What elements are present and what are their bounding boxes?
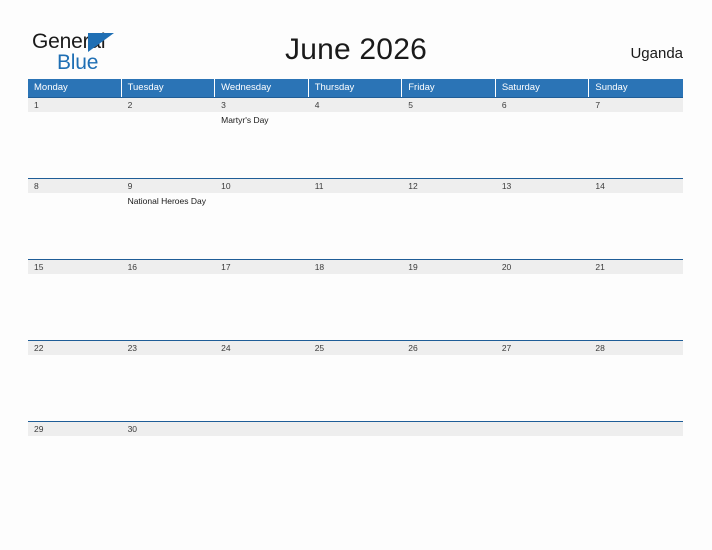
day-number[interactable]: 19: [402, 260, 496, 274]
week-row: 22 23 24 25 26 27 28: [28, 340, 683, 421]
day-number[interactable]: 21: [589, 260, 683, 274]
day-number[interactable]: 14: [589, 179, 683, 193]
day-event: [496, 355, 590, 421]
day-event: [589, 193, 683, 259]
day-event: [309, 193, 403, 259]
weekday-header-wednesday: Wednesday: [215, 79, 309, 97]
weekday-header-monday: Monday: [28, 79, 122, 97]
day-event: [28, 436, 122, 502]
day-number[interactable]: 18: [309, 260, 403, 274]
day-number[interactable]: 10: [215, 179, 309, 193]
day-event: [122, 112, 216, 178]
day-event: [496, 193, 590, 259]
day-number[interactable]: 16: [122, 260, 216, 274]
day-number[interactable]: 15: [28, 260, 122, 274]
week-date-band: 8 9 10 11 12 13 14: [28, 178, 683, 193]
day-number[interactable]: 29: [28, 422, 122, 436]
calendar-grid: Monday Tuesday Wednesday Thursday Friday…: [28, 79, 683, 502]
day-number[interactable]: 9: [122, 179, 216, 193]
day-number[interactable]: 26: [402, 341, 496, 355]
day-number[interactable]: 5: [402, 98, 496, 112]
week-date-band: 15 16 17 18 19 20 21: [28, 259, 683, 274]
week-event-row: [28, 355, 683, 421]
week-date-band: 29 30: [28, 421, 683, 436]
day-event: [589, 436, 683, 502]
week-row: 29 30: [28, 421, 683, 502]
week-row: 8 9 10 11 12 13 14 National Heroes Day: [28, 178, 683, 259]
weekday-header-thursday: Thursday: [309, 79, 403, 97]
day-number[interactable]: 17: [215, 260, 309, 274]
day-event: [215, 436, 309, 502]
day-number[interactable]: 30: [122, 422, 216, 436]
day-number[interactable]: 3: [215, 98, 309, 112]
day-number[interactable]: 20: [496, 260, 590, 274]
day-number: [402, 422, 496, 436]
day-event: [122, 436, 216, 502]
day-number: [496, 422, 590, 436]
day-event: [496, 436, 590, 502]
day-event: [402, 193, 496, 259]
day-number[interactable]: 7: [589, 98, 683, 112]
day-event: [122, 274, 216, 340]
day-number[interactable]: 2: [122, 98, 216, 112]
page-title: June 2026: [285, 33, 427, 66]
week-event-row: National Heroes Day: [28, 193, 683, 259]
week-event-row: Martyr's Day: [28, 112, 683, 178]
day-number[interactable]: 4: [309, 98, 403, 112]
day-number[interactable]: 27: [496, 341, 590, 355]
day-number: [589, 422, 683, 436]
day-number[interactable]: 25: [309, 341, 403, 355]
day-number: [215, 422, 309, 436]
page-header: General Blue June 2026 Uganda: [0, 0, 712, 79]
day-event: [589, 355, 683, 421]
day-event: [215, 193, 309, 259]
day-number[interactable]: 12: [402, 179, 496, 193]
day-number[interactable]: 24: [215, 341, 309, 355]
day-event: [589, 274, 683, 340]
day-event: [28, 274, 122, 340]
day-event: [402, 436, 496, 502]
day-event: [496, 112, 590, 178]
day-event: [122, 355, 216, 421]
day-event: [309, 355, 403, 421]
day-number[interactable]: 13: [496, 179, 590, 193]
week-row: 1 2 3 4 5 6 7 Martyr's Day: [28, 97, 683, 178]
week-row: 15 16 17 18 19 20 21: [28, 259, 683, 340]
weekday-header-sunday: Sunday: [595, 82, 628, 93]
day-event: [215, 274, 309, 340]
day-event: [402, 355, 496, 421]
day-event: National Heroes Day: [127, 196, 206, 206]
weekday-header-saturday: Saturday: [496, 79, 590, 97]
week-event-row: [28, 274, 683, 340]
day-event: [589, 112, 683, 178]
day-number[interactable]: 6: [496, 98, 590, 112]
day-number[interactable]: 11: [309, 179, 403, 193]
day-event: Martyr's Day: [221, 115, 269, 125]
day-event: [309, 436, 403, 502]
day-number[interactable]: 28: [589, 341, 683, 355]
weekday-header-friday: Friday: [402, 79, 496, 97]
week-date-band: 1 2 3 4 5 6 7: [28, 97, 683, 112]
day-number[interactable]: 22: [28, 341, 122, 355]
day-event: [28, 355, 122, 421]
day-event: [309, 112, 403, 178]
day-number[interactable]: 1: [28, 98, 122, 112]
day-event: [28, 112, 122, 178]
day-event: [309, 274, 403, 340]
day-number[interactable]: 8: [28, 179, 122, 193]
day-event: [28, 193, 122, 259]
weekday-header-row: Monday Tuesday Wednesday Thursday Friday…: [28, 79, 683, 97]
day-event: [402, 112, 496, 178]
day-number[interactable]: 23: [122, 341, 216, 355]
day-number: [309, 422, 403, 436]
weekday-header-tuesday: Tuesday: [122, 79, 216, 97]
week-event-row: [28, 436, 683, 502]
day-event: [402, 274, 496, 340]
country-label: Uganda: [630, 45, 683, 62]
week-date-band: 22 23 24 25 26 27 28: [28, 340, 683, 355]
day-event: [496, 274, 590, 340]
day-event: [215, 355, 309, 421]
